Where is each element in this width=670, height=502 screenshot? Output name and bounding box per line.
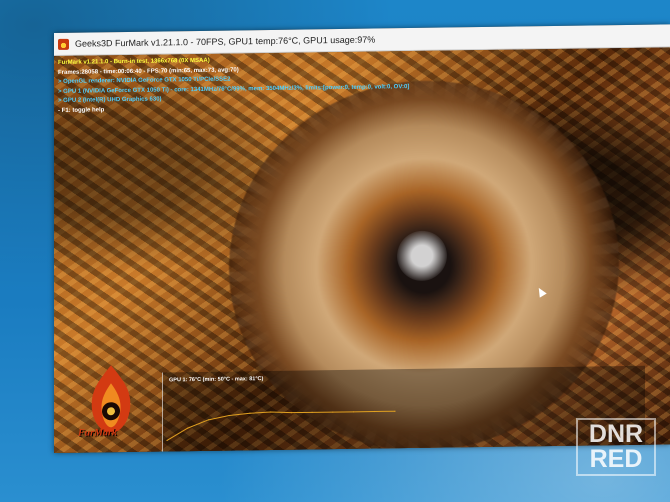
temperature-point xyxy=(187,427,189,429)
hud-overlay: FurMark v1.21.1.0 - Burn-in test, 1366x7… xyxy=(58,54,409,116)
temperature-point xyxy=(166,439,168,442)
watermark: DNR RED xyxy=(576,418,656,476)
watermark-line1: DNR xyxy=(588,420,644,448)
temperature-line xyxy=(166,410,395,441)
watermark-line2: RED xyxy=(589,445,643,473)
render-viewport[interactable]: FurMark v1.21.1.0 - Burn-in test, 1366x7… xyxy=(54,47,670,453)
logo-text: FurMark xyxy=(78,427,117,439)
furmark-app-icon xyxy=(58,38,69,50)
temperature-graph: GPU 1: 76°C (min: 50°C - max: 81°C) xyxy=(162,365,645,453)
temperature-point xyxy=(207,419,210,421)
window-title: Geeks3D FurMark v1.21.1.0 - 70FPS, GPU1 … xyxy=(75,34,376,49)
furmark-window[interactable]: Geeks3D FurMark v1.21.1.0 - 70FPS, GPU1 … xyxy=(54,24,670,453)
